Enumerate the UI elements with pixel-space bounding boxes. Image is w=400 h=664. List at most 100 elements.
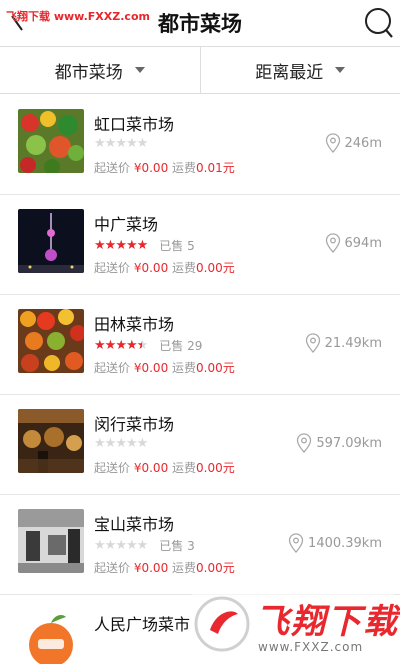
- sold-count: 已售 5: [159, 239, 195, 253]
- filter-sort-label: 距离最近: [255, 62, 324, 83]
- market-thumbnail: [18, 209, 84, 273]
- price-info: 起送价 ¥0.00 运费0.00元: [94, 259, 235, 276]
- min-order-label: 起送价: [94, 361, 131, 375]
- star-icon: ★: [136, 537, 149, 553]
- location-pin-icon: [297, 433, 312, 453]
- star-icon: ★: [94, 537, 106, 553]
- star-icon: ★: [104, 537, 117, 553]
- filter-category-label: 都市菜场: [54, 62, 123, 83]
- price-info: 起送价 ¥0.00 运费0.00元: [94, 359, 235, 376]
- location-pin-icon: [305, 333, 320, 353]
- chevron-down-icon: [335, 67, 346, 73]
- star-icon: ★: [136, 136, 149, 151]
- list-item[interactable]: 宝山菜市场 ★ ★ ★ ★ ★ 已售 3 起送价 ¥0.00 运费0.00元 1400.…: [0, 495, 400, 595]
- star-icon: ★: [115, 136, 127, 151]
- star-icon: ★: [115, 436, 127, 451]
- star-icon: ★: [94, 237, 106, 253]
- market-name: 虹口菜市场: [94, 115, 175, 134]
- list-item[interactable]: 闵行菜市场 ★ ★ ★ ★ ★ 起送价 ¥0.00 运费0.00元 597.09km: [0, 395, 400, 495]
- star-icon: ★: [125, 337, 138, 353]
- market-thumbnail: [18, 109, 84, 173]
- market-name: 闵行菜市场: [94, 415, 175, 434]
- distance-value: 694m: [344, 235, 382, 251]
- sold-count: 已售 3: [159, 539, 195, 553]
- min-order-price: ¥0.00: [133, 361, 169, 375]
- market-name: 宝山菜市场: [94, 515, 175, 534]
- delivery-fee-label: 运费: [172, 161, 197, 175]
- star-icon: ★: [136, 436, 149, 451]
- distance: 597.09km: [296, 433, 382, 453]
- chevron-down-icon: [134, 67, 145, 73]
- star-icon: ★: [125, 136, 138, 151]
- price-info: 起送价 ¥0.00 运费0.01元: [94, 159, 235, 176]
- list-item[interactable]: 虹口菜市场 ★ ★ ★ ★ ★ 起送价 ¥0.00 运费0.01元 246m: [0, 95, 400, 195]
- location-pin-icon: [325, 133, 340, 153]
- star-icon: ★: [104, 337, 117, 353]
- distance: 246m: [325, 133, 382, 153]
- min-order-label: 起送价: [94, 161, 131, 175]
- star-icon: ★: [94, 337, 106, 353]
- star-icon: ★: [104, 136, 117, 151]
- price-info: 起送价 ¥0.00 运费0.00元: [94, 459, 235, 476]
- star-icon: ★: [104, 436, 117, 451]
- delivery-fee-label: 运费: [172, 361, 197, 375]
- delivery-fee-label: 运费: [172, 461, 197, 475]
- list-item[interactable]: 中广菜场 ★ ★ ★ ★ ★ 已售 5 起送价 ¥0.00 运费0.00元 694m: [0, 195, 400, 295]
- star-icon: ★: [125, 537, 138, 553]
- distance-value: 21.49km: [324, 335, 382, 351]
- star-icon: ★: [115, 337, 127, 353]
- min-order-price: ¥0.00: [133, 461, 169, 475]
- delivery-fee-label: 运费: [172, 261, 197, 275]
- header: 飞翔下载 www.FXXZ.com 都市菜场: [0, 0, 400, 44]
- distance: 1400.39km: [288, 533, 382, 553]
- filter-category-dropdown[interactable]: 都市菜场: [0, 47, 201, 93]
- delivery-fee-value: 0.00元: [196, 361, 235, 375]
- star-half-icon: ★: [136, 337, 149, 353]
- min-order-label: 起送价: [94, 561, 131, 575]
- location-pin-icon: [288, 533, 304, 553]
- page-title: 都市菜场: [158, 12, 242, 36]
- market-thumbnail: [18, 609, 84, 664]
- delivery-fee-value: 0.01元: [196, 161, 235, 175]
- distance-value: 1400.39km: [308, 535, 382, 551]
- location-pin-icon: [325, 233, 340, 253]
- star-icon: ★: [125, 237, 138, 253]
- star-icon: ★: [125, 436, 138, 451]
- delivery-fee-value: 0.00元: [196, 461, 235, 475]
- delivery-fee-value: 0.00元: [196, 261, 235, 275]
- min-order-price: ¥0.00: [133, 261, 169, 275]
- distance: 694m: [325, 233, 382, 253]
- list-item[interactable]: 田林菜市场 ★ ★ ★ ★ ★ 已售 29 起送价 ¥0.00 运费0.00元 21.4…: [0, 295, 400, 395]
- market-thumbnail: [18, 309, 84, 373]
- star-icon: ★: [136, 237, 149, 253]
- search-icon[interactable]: [362, 5, 394, 39]
- distance-value: 246m: [344, 135, 382, 151]
- min-order-price: ¥0.00: [133, 161, 169, 175]
- star-icon: ★: [115, 237, 127, 253]
- rating: ★ ★ ★ ★ ★: [94, 136, 149, 151]
- min-order-price: ¥0.00: [133, 561, 169, 575]
- star-icon: ★: [94, 436, 106, 451]
- star-icon: ★: [104, 237, 117, 253]
- min-order-label: 起送价: [94, 461, 131, 475]
- distance-value: 597.09km: [316, 435, 382, 451]
- market-name: 中广菜场: [94, 215, 159, 234]
- distance: 21.49km: [305, 333, 382, 353]
- market-thumbnail: [18, 409, 84, 473]
- market-name: 田林菜市场: [94, 315, 175, 334]
- sold-count: 已售 29: [159, 339, 203, 353]
- filter-bar: 都市菜场 距离最近: [0, 46, 400, 94]
- rating: ★ ★ ★ ★ ★: [94, 436, 149, 451]
- filter-sort-dropdown[interactable]: 距离最近: [201, 47, 400, 93]
- rating: ★ ★ ★ ★ ★ 已售 3: [94, 537, 195, 554]
- rating: ★ ★ ★ ★ ★ 已售 5: [94, 237, 195, 254]
- market-list: 虹口菜市场 ★ ★ ★ ★ ★ 起送价 ¥0.00 运费0.01元 246m 中广菜场 …: [0, 95, 400, 664]
- watermark-brand: 飞翔下载: [255, 602, 399, 642]
- market-thumbnail: [18, 509, 84, 573]
- min-order-label: 起送价: [94, 261, 131, 275]
- delivery-fee-value: 0.00元: [196, 561, 235, 575]
- market-name: 人民广场菜市: [94, 615, 191, 634]
- price-info: 起送价 ¥0.00 运费0.00元: [94, 559, 235, 576]
- rating: ★ ★ ★ ★ ★ 已售 29: [94, 337, 202, 354]
- star-icon: ★: [94, 136, 106, 151]
